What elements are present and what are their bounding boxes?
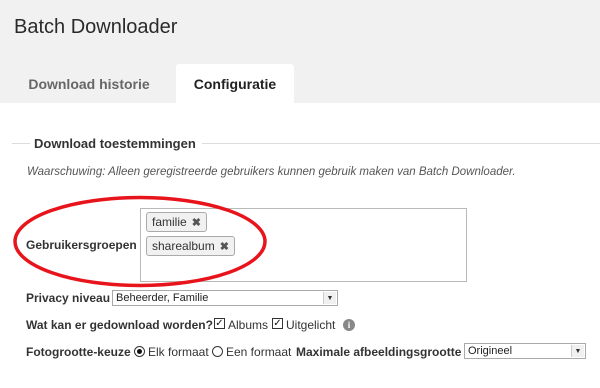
elk-formaat-radio[interactable] [134, 346, 145, 357]
albums-option-label: Albums [228, 318, 269, 332]
elk-formaat-label: Elk formaat [148, 345, 209, 359]
download-label: Wat kan er gedownload worden? [26, 318, 213, 332]
max-size-select[interactable]: Origineel ▼ [464, 343, 586, 359]
header: Batch Downloader Download historie Confi… [0, 0, 600, 103]
fieldset-border-left [12, 143, 30, 144]
section-legend: Download toestemmingen [34, 136, 202, 151]
uitgelicht-checkbox[interactable]: ✓ [272, 318, 283, 329]
info-icon[interactable]: i [343, 319, 355, 331]
chevron-down-icon: ▼ [323, 292, 336, 304]
chevron-down-icon: ▼ [571, 345, 584, 357]
albums-checkbox[interactable]: ✓ [214, 318, 225, 329]
privacy-select-value: Beheerder, Familie [116, 292, 209, 304]
een-formaat-radio[interactable] [212, 346, 223, 357]
privacy-select[interactable]: Beheerder, Familie ▼ [112, 290, 338, 306]
red-ellipse-annotation [13, 195, 267, 288]
max-size-label: Maximale afbeeldingsgrootte [296, 345, 462, 359]
uitgelicht-option-label: Uitgelicht [286, 318, 336, 332]
warning-text: Waarschuwing: Alleen geregistreerde gebr… [27, 166, 516, 178]
privacy-label: Privacy niveau [26, 291, 111, 305]
tab-configuratie[interactable]: Configuratie [176, 64, 294, 103]
photosize-label: Fotogrootte-keuze [26, 345, 131, 359]
max-size-select-value: Origineel [468, 345, 513, 357]
tab-download-historie[interactable]: Download historie [14, 64, 164, 103]
een-formaat-label: Een formaat [226, 345, 292, 359]
page-title: Batch Downloader [14, 16, 178, 38]
fieldset-border-right [194, 143, 600, 144]
